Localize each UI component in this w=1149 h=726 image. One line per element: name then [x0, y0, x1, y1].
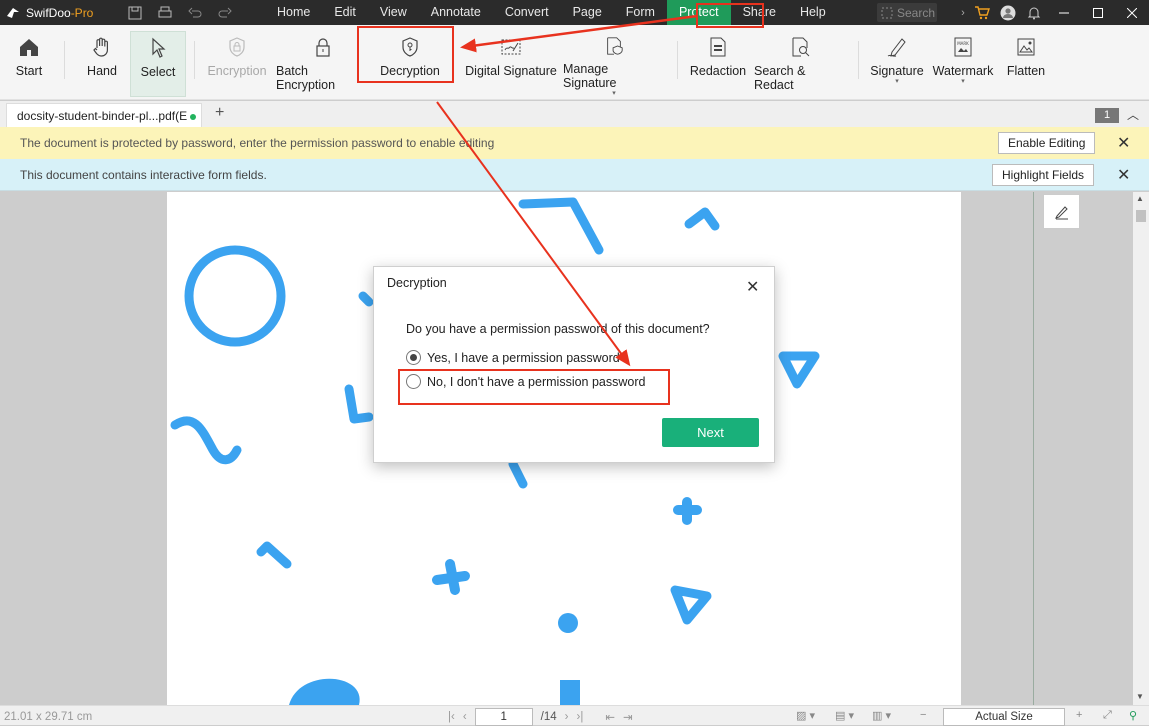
arrow-decryption-to-option [436, 101, 631, 367]
next-page-icon[interactable]: › [565, 711, 569, 723]
annotation-arrows [436, 14, 698, 367]
prev-page-icon[interactable]: ‹ [463, 711, 467, 723]
page-navigation: |‹ ‹ 1 /14 › ›| ⇤ ⇥ [448, 708, 633, 726]
view-mode-icon[interactable]: ▨ ▾ [796, 709, 815, 722]
reading-mode-icon[interactable]: ▥ ▾ [872, 709, 891, 722]
zoom-in-icon[interactable]: + [1076, 709, 1082, 721]
back-view-icon[interactable]: ⇤ [605, 710, 615, 724]
last-page-icon[interactable]: ›| [577, 711, 584, 723]
status-bar: 21.01 x 29.71 cm |‹ ‹ 1 /14 › ›| ⇤ ⇥ ▨ ▾… [0, 705, 1149, 726]
zoom-select[interactable]: Actual Size [943, 708, 1065, 726]
first-page-icon[interactable]: |‹ [448, 711, 455, 723]
forward-view-icon[interactable]: ⇥ [623, 710, 633, 724]
arrow-protect-to-decryption [460, 14, 698, 53]
page-layout-icon[interactable]: ▤ ▾ [835, 709, 854, 722]
total-pages: /14 [540, 711, 557, 723]
pin-icon[interactable]: ⚲ [1129, 709, 1137, 722]
current-page-input[interactable]: 1 [474, 708, 533, 726]
page-dimensions: 21.01 x 29.71 cm [4, 711, 93, 723]
fullscreen-icon[interactable]: ⤢ [1103, 709, 1112, 722]
zoom-out-icon[interactable]: − [920, 709, 926, 721]
